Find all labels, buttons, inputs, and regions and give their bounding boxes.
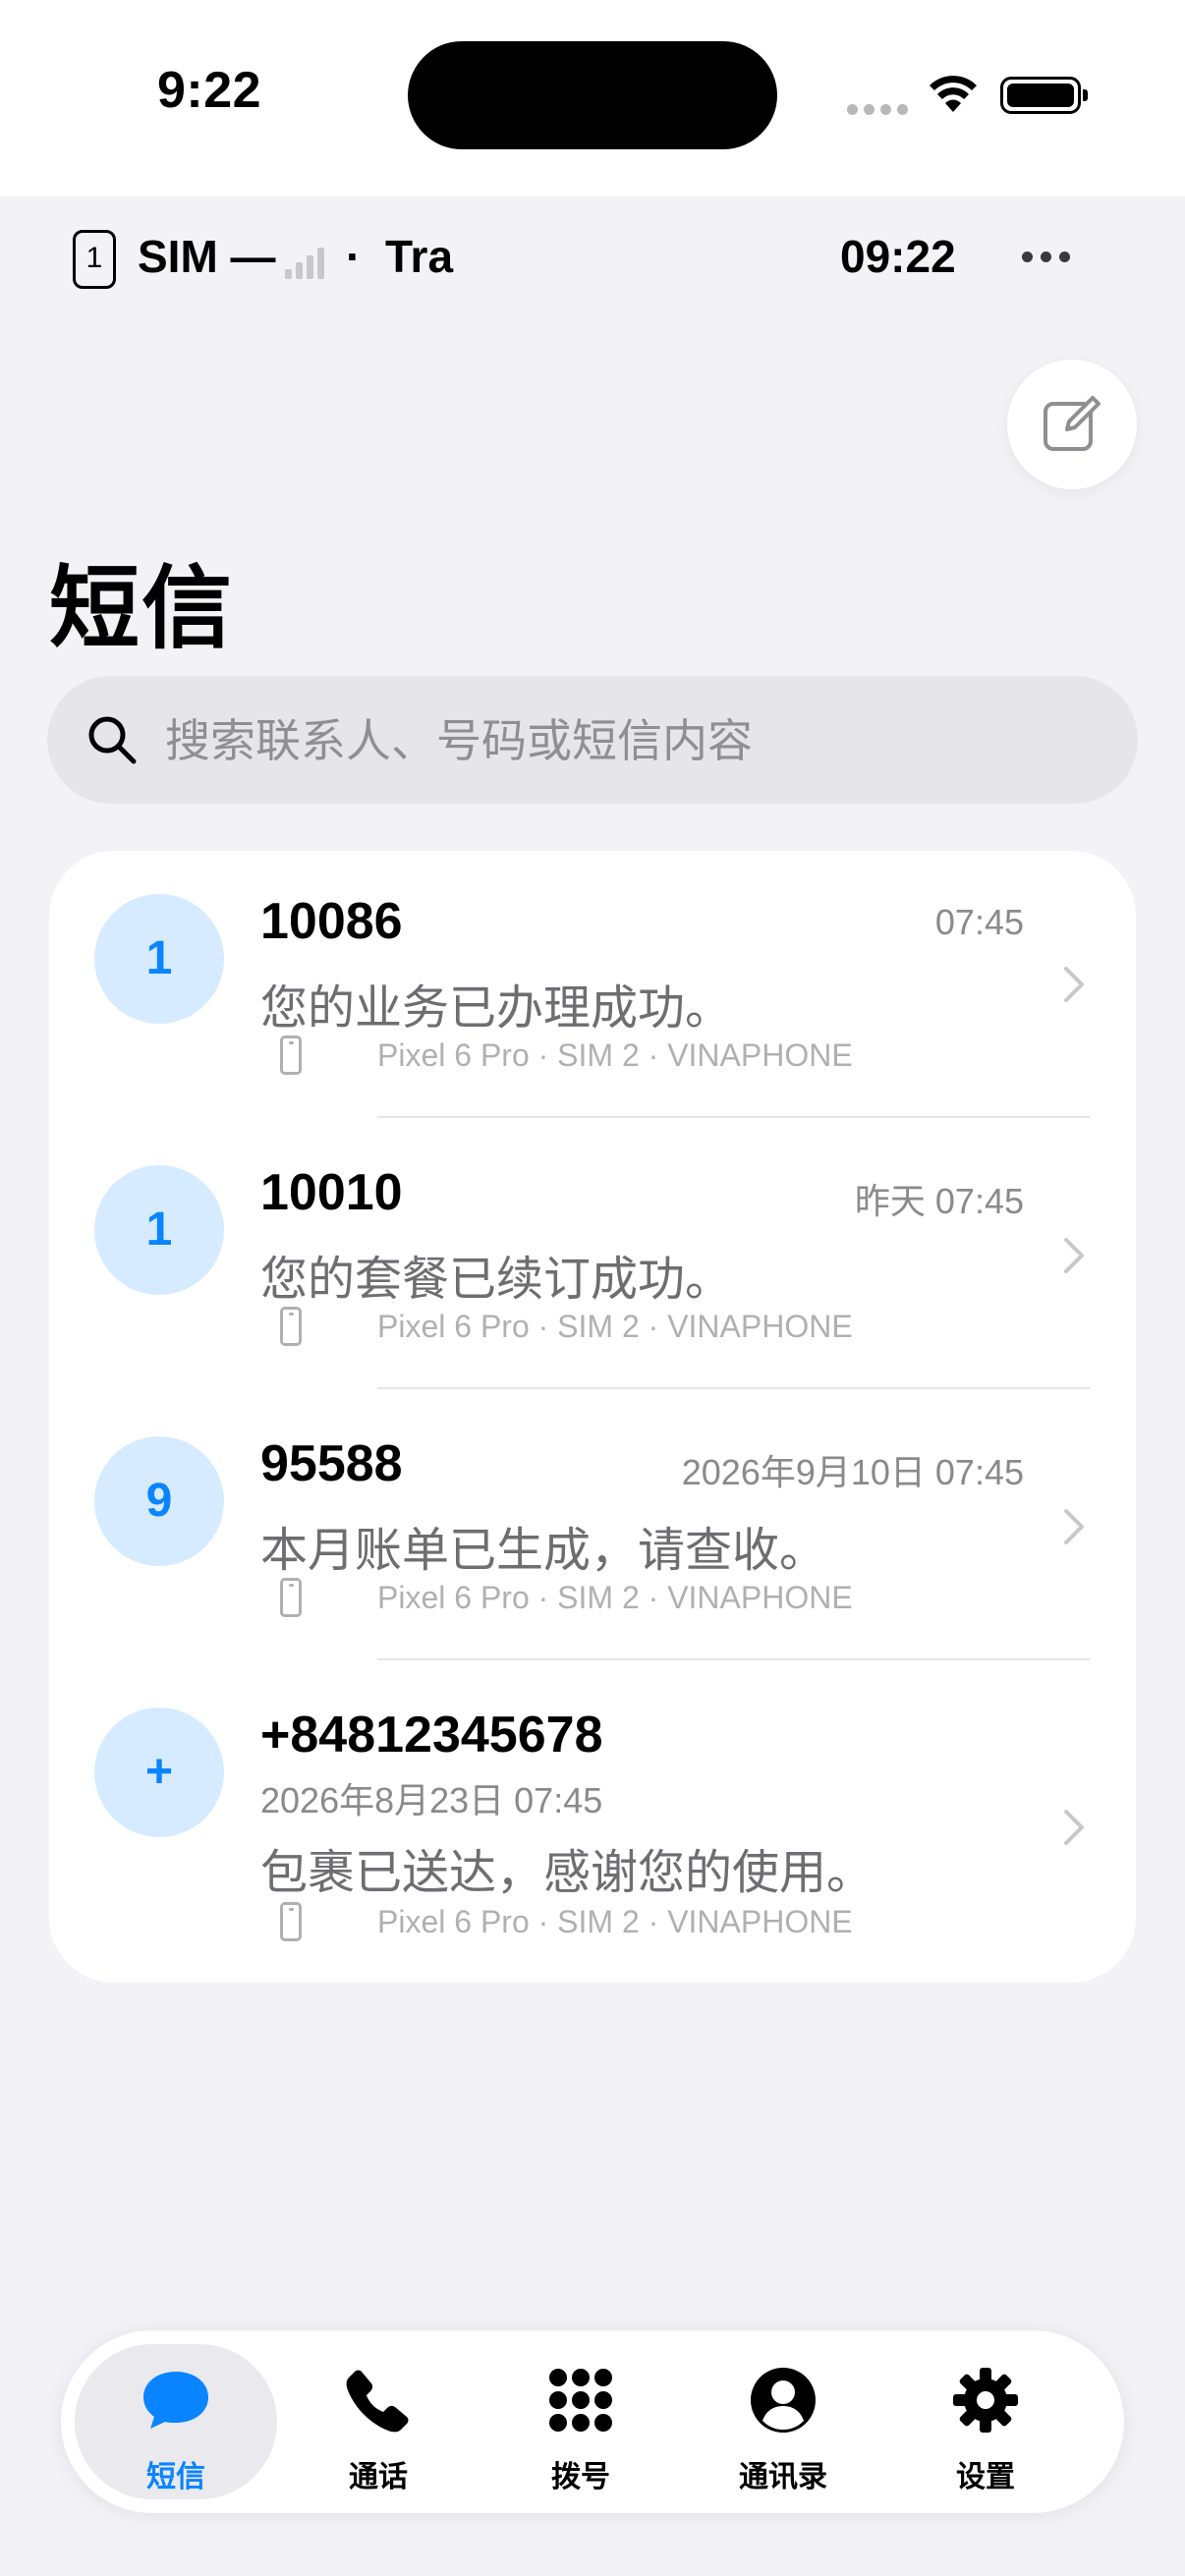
- row-divider: [377, 1387, 1090, 1389]
- tab-calls[interactable]: 通话: [277, 2344, 480, 2499]
- status-time: 9:22: [157, 62, 262, 119]
- chevron-right-icon: [1064, 1238, 1084, 1273]
- compose-button[interactable]: [1007, 360, 1137, 489]
- message-time: 昨天 07:45: [854, 1181, 1024, 1221]
- tab-label: 通话: [349, 2461, 408, 2493]
- sim-card-icon: 1: [73, 230, 116, 289]
- message-sender: +84812345678: [260, 1707, 603, 1764]
- tab-messages[interactable]: 短信: [75, 2344, 277, 2499]
- search-input[interactable]: [163, 676, 1100, 806]
- message-list: 1 10086 07:45 您的业务已办理成功。 Pixel 6 Pro · S…: [49, 851, 1136, 1983]
- compose-icon: [1044, 396, 1100, 451]
- tab-label: 拨号: [551, 2461, 610, 2493]
- message-preview: 您的套餐已续订成功。: [260, 1254, 733, 1306]
- message-time: 2026年8月23日 07:45: [260, 1780, 603, 1820]
- tab-contacts[interactable]: 通讯录: [682, 2344, 884, 2499]
- search-bar[interactable]: [47, 676, 1138, 806]
- message-meta: Pixel 6 Pro · SIM 2 · VINAPHONE: [377, 1309, 853, 1344]
- tab-label: 短信: [146, 2461, 205, 2493]
- battery-icon: [1000, 77, 1088, 114]
- tab-label: 通讯录: [739, 2461, 827, 2493]
- dynamic-island: [408, 41, 777, 149]
- message-sender: 95588: [260, 1435, 403, 1492]
- phone-device-icon: [280, 1307, 302, 1346]
- message-time: 07:45: [934, 902, 1024, 942]
- phone-device-icon: [280, 1578, 302, 1617]
- tab-bar: 短信 通话 拨号 通讯录 设置: [61, 2330, 1124, 2513]
- row-divider: [377, 1658, 1090, 1660]
- keypad-icon: [549, 2369, 612, 2432]
- avatar: 1: [94, 1165, 224, 1295]
- avatar: 1: [94, 894, 224, 1024]
- page-title: 短信: [49, 559, 235, 659]
- message-meta: Pixel 6 Pro · SIM 2 · VINAPHONE: [377, 1580, 853, 1615]
- message-meta: Pixel 6 Pro · SIM 2 · VINAPHONE: [377, 1037, 853, 1073]
- tab-settings[interactable]: 设置: [884, 2344, 1087, 2499]
- message-bubble-icon: [143, 2372, 208, 2429]
- sim-carrier: Tra: [385, 231, 454, 282]
- avatar: +: [94, 1708, 224, 1837]
- sim-clock: 09:22: [840, 231, 956, 282]
- sim-info-bar: 1 SIM — · Tra 09:22: [0, 218, 1185, 307]
- message-time: 2026年9月10日 07:45: [681, 1452, 1024, 1492]
- cellular-signal-icon: [847, 102, 914, 120]
- message-row-10010[interactable]: 1 10010 昨天 07:45 您的套餐已续订成功。 Pixel 6 Pro …: [49, 1122, 1136, 1393]
- message-meta: Pixel 6 Pro · SIM 2 · VINAPHONE: [377, 1904, 853, 1939]
- sim-label: SIM —: [138, 231, 276, 282]
- wifi-icon: [930, 76, 977, 112]
- message-row-95588[interactable]: 9 95588 2026年9月10日 07:45 本月账单已生成，请查收。 Pi…: [49, 1393, 1136, 1664]
- row-divider: [377, 1116, 1090, 1118]
- status-bar: 9:22 1 SIM — · Tra 09:22: [0, 0, 1185, 289]
- sim-signal-icon: [285, 248, 328, 279]
- avatar: 9: [94, 1436, 224, 1566]
- more-options-icon[interactable]: [1022, 250, 1078, 267]
- phone-icon: [346, 2370, 409, 2433]
- phone-device-icon: [280, 1902, 302, 1941]
- messages-screen: 9:22 1 SIM — · Tra 09:22 短信 搜索联系人、号码或短信内…: [0, 0, 1185, 2576]
- contact-icon: [751, 2368, 816, 2433]
- search-icon: [88, 716, 137, 764]
- chevron-right-icon: [1064, 1810, 1084, 1845]
- message-preview: 本月账单已生成，请查收。: [260, 1525, 827, 1577]
- sim-separator: ·: [346, 231, 362, 282]
- message-preview: 您的业务已办理成功。: [260, 982, 733, 1035]
- message-preview: 包裹已送达，感谢您的使用。: [260, 1847, 875, 1899]
- phone-device-icon: [280, 1036, 302, 1075]
- chevron-right-icon: [1064, 967, 1084, 1002]
- gear-icon: [953, 2368, 1018, 2433]
- message-row-84812345678[interactable]: + +84812345678 2026年8月23日 07:45 包裹已送达，感谢…: [49, 1664, 1136, 1983]
- chevron-right-icon: [1064, 1509, 1084, 1544]
- message-sender: 10086: [260, 893, 403, 950]
- tab-label: 设置: [956, 2461, 1015, 2493]
- message-sender: 10010: [260, 1164, 403, 1221]
- message-row-10086[interactable]: 1 10086 07:45 您的业务已办理成功。 Pixel 6 Pro · S…: [49, 851, 1136, 1122]
- tab-dialpad[interactable]: 拨号: [480, 2344, 682, 2499]
